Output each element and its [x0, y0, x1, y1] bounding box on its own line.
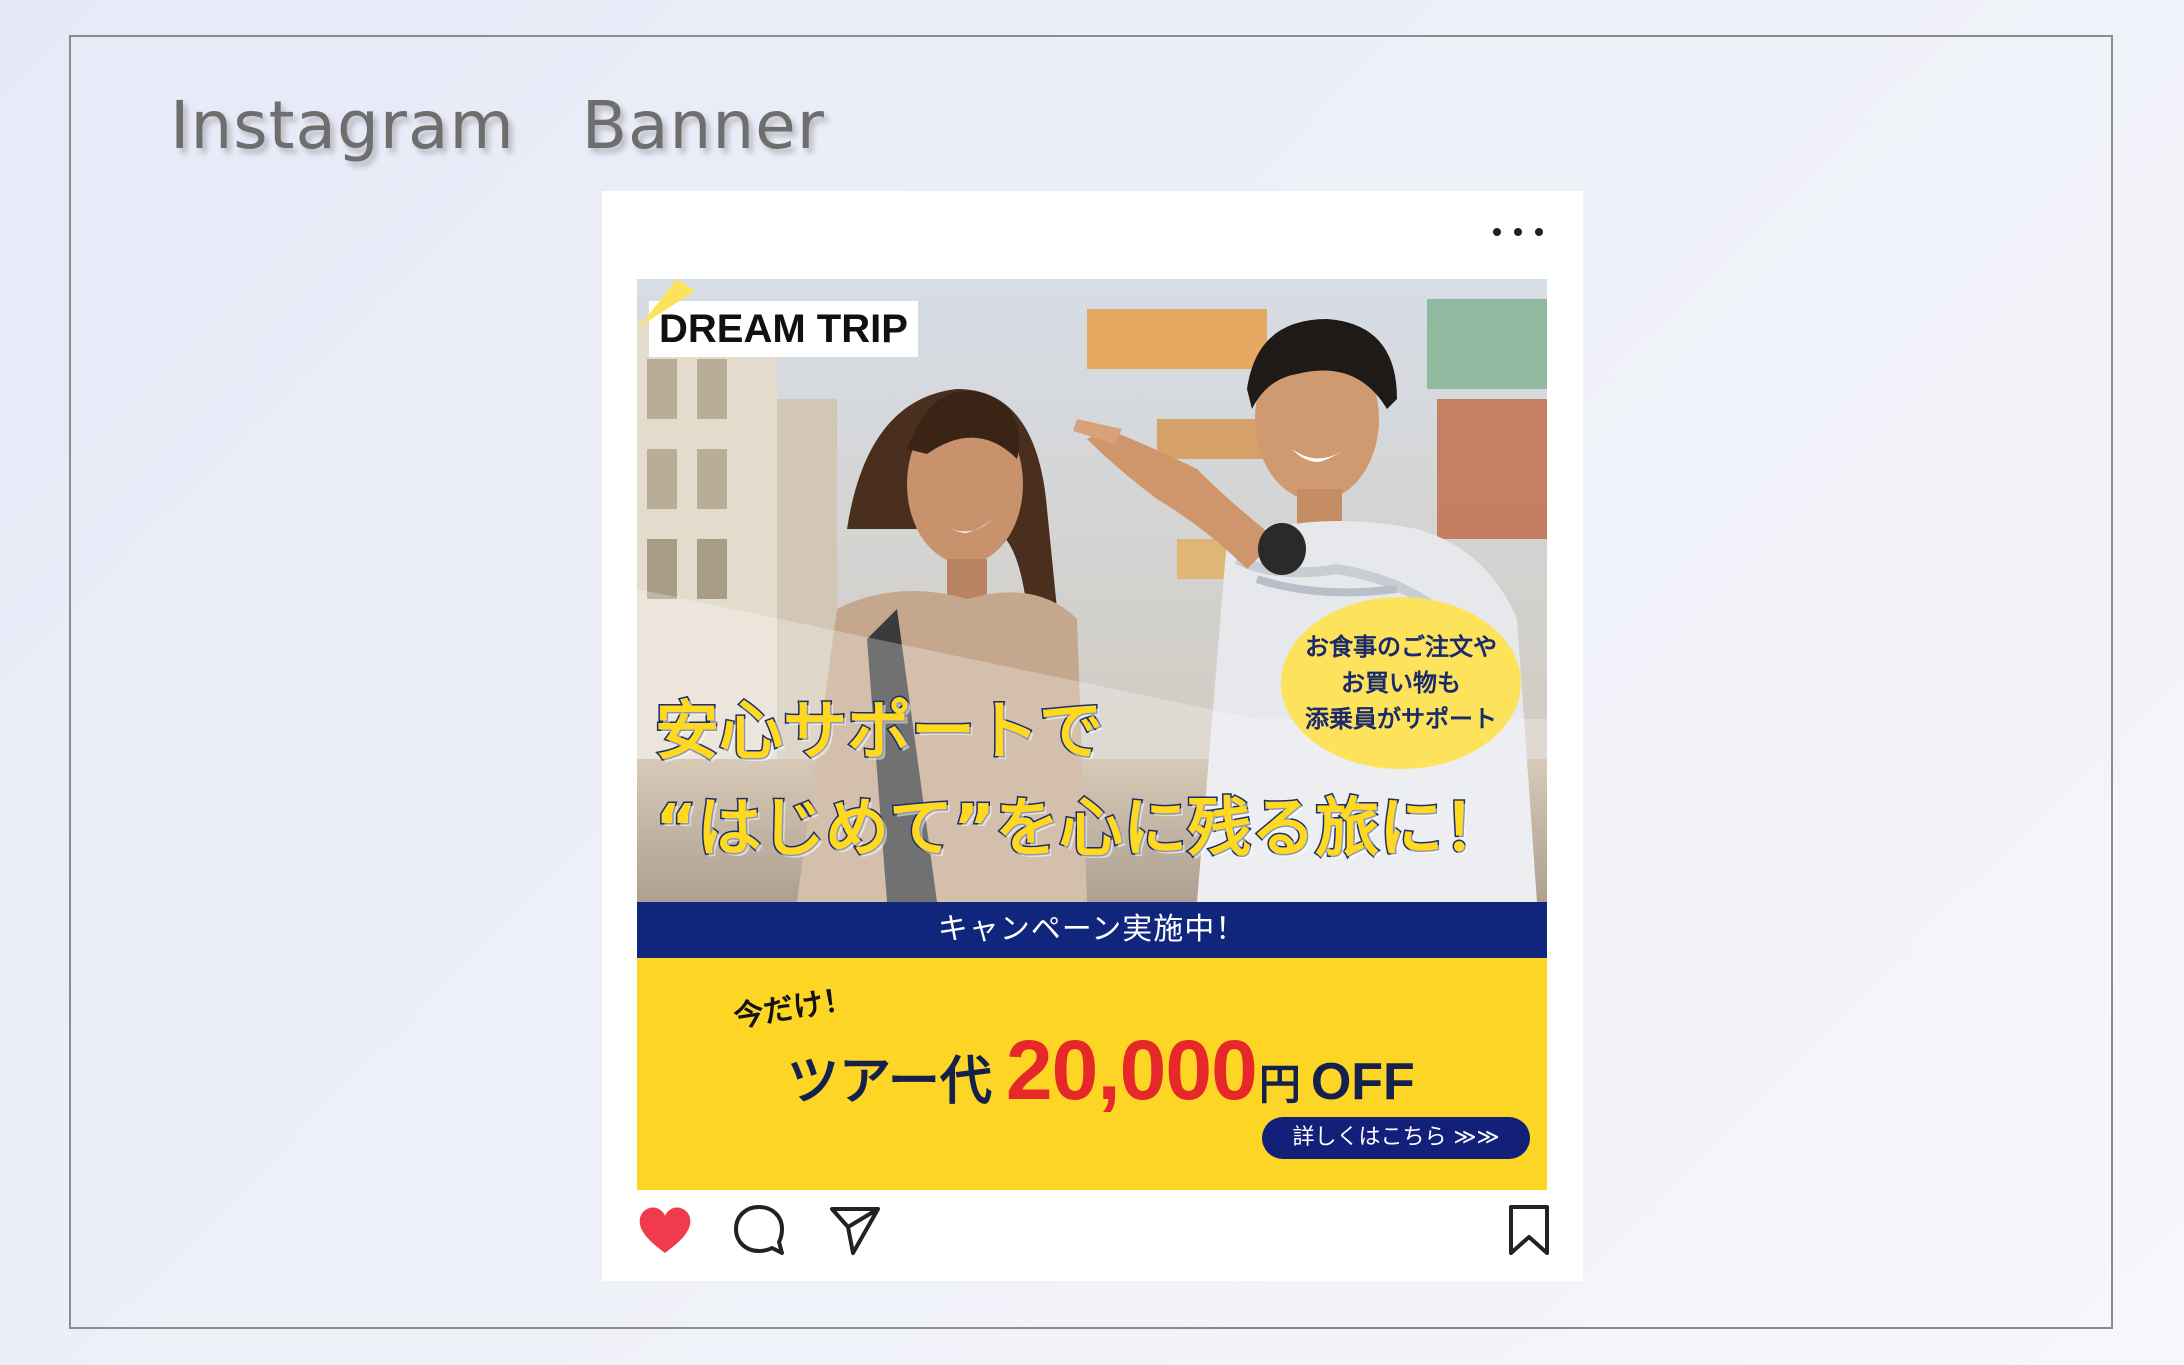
offer-panel: 今だけ！ ツアー代 20,000円 OFF 詳しくはこちら ≫≫	[637, 958, 1547, 1190]
bubble-line-1: お食事のご注文や	[1305, 633, 1497, 661]
instagram-post-card: DREAM TRIP お食事のご注文や お買い物も 添乗員がサポート 安心サポー…	[602, 191, 1583, 1281]
tour-fee-label: ツアー代	[787, 1052, 992, 1112]
post-actions-bar	[602, 1201, 1583, 1271]
speech-bubble-tail	[639, 279, 695, 327]
headline-line-2: “はじめて”を心に残る旅に！	[654, 791, 1509, 868]
travel-couple-photo: DREAM TRIP お食事のご注文や お買い物も 添乗員がサポート 安心サポー…	[637, 279, 1547, 902]
send-icon[interactable]	[826, 1201, 884, 1259]
comment-icon[interactable]	[730, 1201, 788, 1259]
details-button[interactable]: 詳しくはこちら ≫≫	[1262, 1117, 1530, 1159]
more-horizontal-icon[interactable]	[1493, 219, 1543, 245]
heart-icon[interactable]	[636, 1201, 694, 1259]
campaign-bar: キャンペーン実施中！	[637, 902, 1547, 958]
page-title: Instagram Banner	[170, 87, 825, 164]
bookmark-icon[interactable]	[1501, 1201, 1559, 1259]
headline-line-1: 安心サポートで	[654, 694, 1105, 771]
off-label: OFF	[1310, 1053, 1415, 1111]
yen-unit: 円	[1258, 1060, 1301, 1109]
campaign-banner[interactable]: DREAM TRIP お食事のご注文や お買い物も 添乗員がサポート 安心サポー…	[637, 279, 1547, 1190]
discount-line: ツアー代 20,000円 OFF	[787, 1022, 1415, 1119]
discount-amount: 20,000	[1005, 1023, 1258, 1117]
headline: 安心サポートで “はじめて”を心に残る旅に！	[654, 687, 1545, 881]
